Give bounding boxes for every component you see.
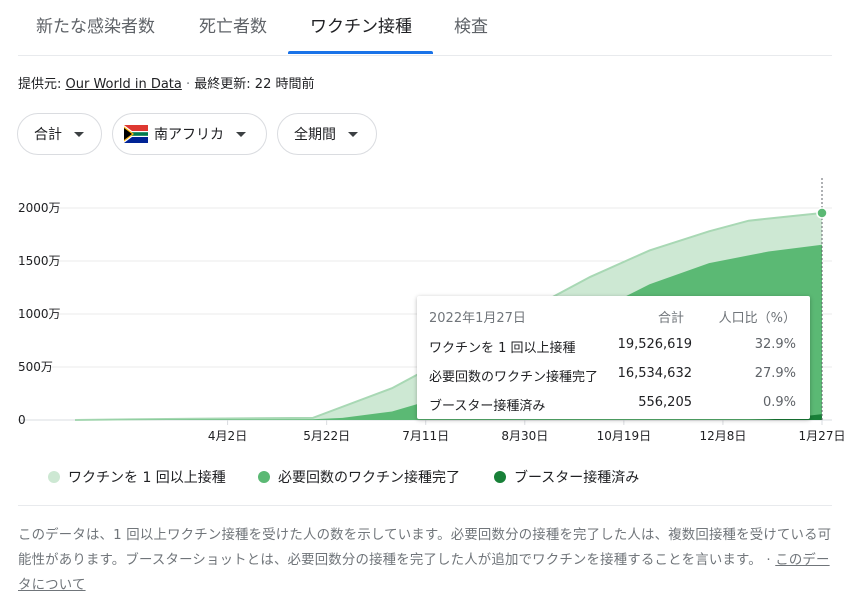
legend-swatch bbox=[258, 471, 270, 483]
tooltip-row-ratio: 0.9% bbox=[762, 395, 796, 410]
y-tick-label: 1500万 bbox=[18, 254, 61, 268]
divider bbox=[18, 505, 832, 506]
legend-label: 必要回数のワクチン接種完了 bbox=[278, 470, 460, 486]
tab-new-cases[interactable]: 新たな感染者数 bbox=[36, 12, 155, 37]
period-dropdown-label: 全期間 bbox=[294, 127, 336, 143]
hover-point bbox=[816, 207, 828, 219]
source-line: 提供元: Our World in Data · 最終更新: 22 時間前 bbox=[18, 73, 314, 92]
footnote-separator: · bbox=[761, 553, 776, 568]
tooltip-row-ratio: 27.9% bbox=[754, 366, 796, 381]
y-tick-label: 0 bbox=[18, 413, 26, 427]
legend-label: ブースター接種済み bbox=[514, 470, 640, 486]
tooltip-row: 必要回数のワクチン接種完了 16,534,632 27.9% bbox=[429, 366, 796, 386]
tooltip-row-total: 16,534,632 bbox=[617, 366, 692, 381]
tooltip-row-label: ブースター接種済み bbox=[429, 399, 546, 414]
x-tick-label: 4月2日 bbox=[208, 429, 247, 443]
legend-swatch bbox=[48, 471, 60, 483]
chevron-down-icon bbox=[236, 131, 246, 137]
tooltip-row-label: ワクチンを 1 回以上接種 bbox=[429, 341, 576, 356]
tooltip-row-total: 19,526,619 bbox=[617, 337, 692, 352]
chevron-down-icon bbox=[74, 131, 84, 137]
south-africa-flag-icon bbox=[124, 125, 148, 143]
tooltip-date: 2022年1月27日 bbox=[429, 311, 526, 326]
y-tick-label: 1000万 bbox=[18, 307, 61, 321]
tooltip-row: ブースター接種済み 556,205 0.9% bbox=[429, 395, 796, 415]
tooltip-row-label: 必要回数のワクチン接種完了 bbox=[429, 370, 599, 385]
legend-item-booster[interactable]: ブースター接種済み bbox=[494, 467, 639, 487]
x-tick-label: 12月8日 bbox=[699, 429, 746, 443]
legend-item-first-dose[interactable]: ワクチンを 1 回以上接種 bbox=[48, 467, 226, 487]
footnote: このデータは、1 回以上ワクチン接種を受けた人の数を示しています。必要回数分の接… bbox=[18, 523, 832, 598]
legend-swatch bbox=[494, 471, 506, 483]
tooltip-col-ratio: 人口比（%） bbox=[718, 311, 796, 326]
tab-deaths[interactable]: 死亡者数 bbox=[199, 12, 267, 37]
tooltip-row-ratio: 32.9% bbox=[754, 337, 796, 352]
footnote-text: このデータは、1 回以上ワクチン接種を受けた人の数を示しています。必要回数分の接… bbox=[18, 528, 832, 568]
chart-tooltip: 2022年1月27日 合計 人口比（%） ワクチンを 1 回以上接種 19,52… bbox=[417, 296, 810, 419]
tooltip-row-total: 556,205 bbox=[638, 395, 692, 410]
region-dropdown[interactable]: 南アフリカ bbox=[112, 113, 267, 155]
x-axis: 4月2日 5月22日 7月11日 8月30日 10月19日 12月8日 1月27日 bbox=[208, 420, 846, 443]
last-updated: 最終更新: 22 時間前 bbox=[194, 77, 315, 92]
x-tick-label: 5月22日 bbox=[303, 429, 350, 443]
x-tick-label: 8月30日 bbox=[501, 429, 548, 443]
period-dropdown[interactable]: 全期間 bbox=[277, 113, 377, 155]
region-dropdown-label: 南アフリカ bbox=[154, 127, 224, 143]
active-tab-indicator bbox=[288, 51, 433, 54]
metric-dropdown-label: 合計 bbox=[34, 127, 62, 143]
tooltip-row: ワクチンを 1 回以上接種 19,526,619 32.9% bbox=[429, 337, 796, 357]
x-tick-label: 10月19日 bbox=[597, 429, 652, 443]
tooltip-col-total: 合計 bbox=[657, 311, 684, 326]
source-prefix: 提供元: bbox=[18, 77, 66, 92]
tab-bar: 新たな感染者数 死亡者数 ワクチン接種 検査 bbox=[18, 0, 832, 56]
chevron-down-icon bbox=[348, 131, 358, 137]
source-separator: · bbox=[181, 77, 195, 92]
x-tick-label: 7月11日 bbox=[402, 429, 449, 443]
tab-testing[interactable]: 検査 bbox=[454, 12, 488, 37]
tooltip-header: 2022年1月27日 合計 人口比（%） bbox=[429, 307, 796, 327]
y-axis: 0 500万 1000万 1500万 2000万 bbox=[18, 201, 61, 427]
y-tick-label: 500万 bbox=[18, 360, 53, 374]
y-tick-label: 2000万 bbox=[18, 201, 61, 215]
legend-item-fully-vaccinated[interactable]: 必要回数のワクチン接種完了 bbox=[258, 467, 460, 487]
source-link[interactable]: Our World in Data bbox=[66, 77, 182, 92]
tab-vaccination[interactable]: ワクチン接種 bbox=[310, 12, 412, 37]
x-tick-label: 1月27日 bbox=[799, 429, 846, 443]
legend-label: ワクチンを 1 回以上接種 bbox=[68, 470, 226, 486]
metric-dropdown[interactable]: 合計 bbox=[17, 113, 102, 155]
